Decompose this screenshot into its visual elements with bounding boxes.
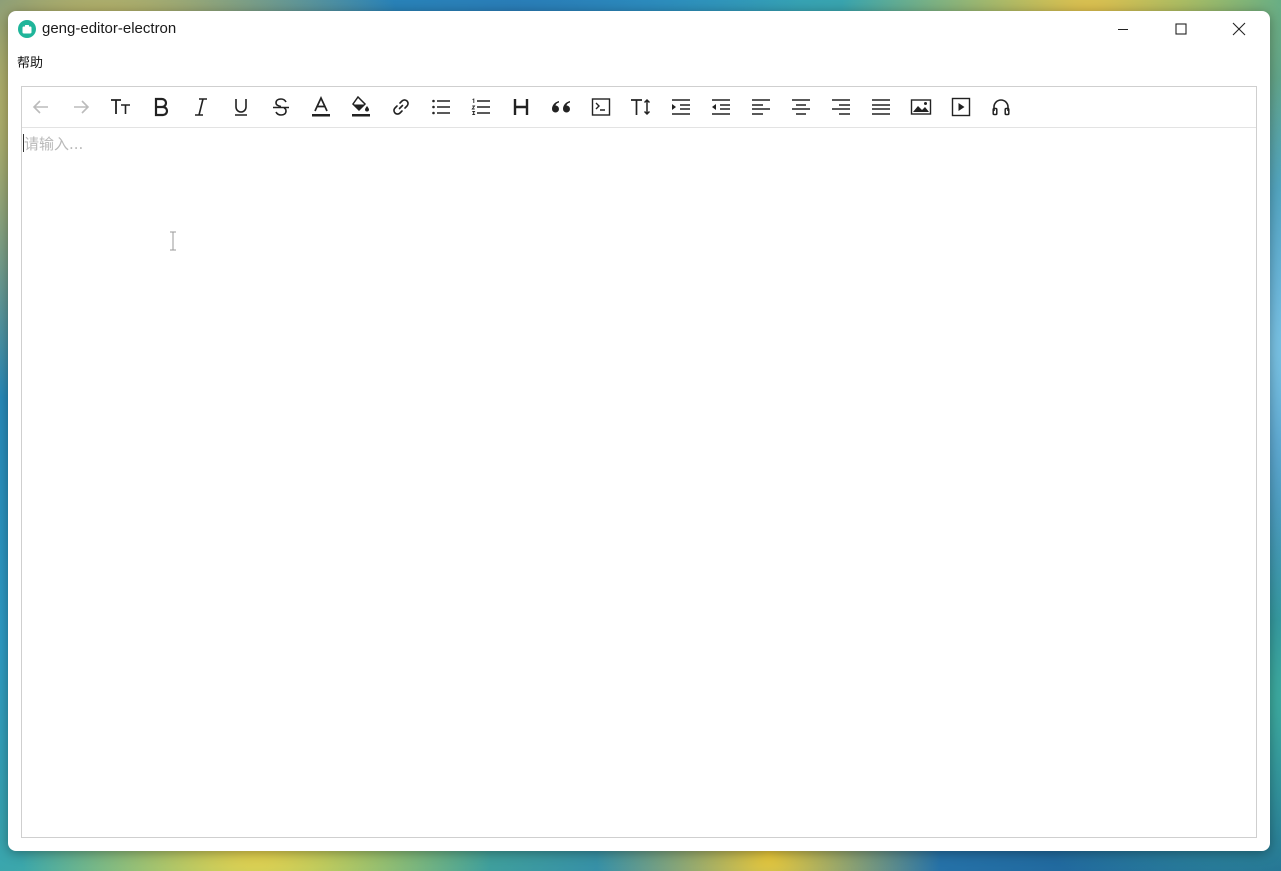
menu-bar: 帮助 — [8, 49, 1270, 73]
align-left-button[interactable] — [749, 95, 773, 119]
underline-icon — [235, 99, 247, 116]
close-button[interactable] — [1210, 11, 1268, 47]
redo-button[interactable] — [69, 95, 93, 119]
heading-icon — [513, 99, 529, 115]
code-icon — [591, 98, 611, 116]
undo-button[interactable] — [29, 95, 53, 119]
image-icon — [910, 99, 932, 115]
align-right-icon — [832, 99, 850, 115]
headphones-icon — [992, 99, 1010, 116]
code-button[interactable] — [589, 95, 613, 119]
background-color-button[interactable] — [349, 95, 373, 119]
image-button[interactable] — [909, 95, 933, 119]
minimize-icon — [1118, 29, 1128, 30]
video-button[interactable] — [949, 95, 973, 119]
italic-icon — [195, 98, 207, 116]
undo-icon — [32, 100, 48, 114]
editor-placeholder: 请输入... — [24, 135, 84, 153]
maximize-icon — [1175, 23, 1187, 35]
link-icon — [393, 99, 409, 115]
align-center-button[interactable] — [789, 95, 813, 119]
link-button[interactable] — [389, 95, 413, 119]
strikethrough-button[interactable] — [269, 95, 293, 119]
line-height-button[interactable] — [629, 95, 653, 119]
indent-button[interactable] — [669, 95, 693, 119]
audio-button[interactable] — [989, 95, 1013, 119]
bold-button[interactable] — [149, 95, 173, 119]
bulleted-list-button[interactable] — [429, 95, 453, 119]
font-color-icon — [312, 96, 330, 117]
bold-icon — [154, 97, 169, 117]
video-icon — [951, 97, 971, 117]
redo-icon — [74, 100, 90, 114]
font-size-button[interactable] — [109, 95, 133, 119]
text-cursor-icon — [170, 231, 176, 251]
align-right-button[interactable] — [829, 95, 853, 119]
title-bar[interactable]: geng-editor-electron — [8, 11, 1270, 47]
quote-icon — [552, 101, 570, 113]
font-color-button[interactable] — [309, 95, 333, 119]
close-icon — [1232, 22, 1246, 36]
justify-button[interactable] — [869, 95, 893, 119]
heading-button[interactable] — [509, 95, 533, 119]
outdent-icon — [712, 99, 730, 115]
bulleted-list-icon — [432, 99, 450, 115]
italic-button[interactable] — [189, 95, 213, 119]
indent-icon — [672, 99, 690, 115]
numbered-list-icon — [471, 98, 490, 115]
editor-toolbar — [22, 87, 1256, 128]
maximize-button[interactable] — [1152, 11, 1210, 47]
font-size-icon — [111, 99, 130, 114]
fill-color-icon — [352, 96, 370, 117]
minimize-button[interactable] — [1094, 11, 1152, 47]
editor-content-area[interactable]: 请输入... — [22, 128, 1256, 837]
blockquote-button[interactable] — [549, 95, 573, 119]
numbered-list-button[interactable] — [469, 95, 493, 119]
menu-help[interactable]: 帮助 — [16, 52, 44, 71]
underline-button[interactable] — [229, 95, 253, 119]
app-window: geng-editor-electron 帮助 请输入... — [8, 11, 1270, 851]
window-title: geng-editor-electron — [42, 20, 177, 37]
align-left-icon — [752, 99, 770, 115]
outdent-button[interactable] — [709, 95, 733, 119]
strikethrough-icon — [273, 98, 289, 116]
line-height-icon — [631, 98, 651, 116]
justify-icon — [872, 99, 890, 115]
rich-text-editor: 请输入... — [21, 86, 1257, 838]
align-center-icon — [792, 99, 810, 115]
app-icon — [18, 20, 36, 38]
